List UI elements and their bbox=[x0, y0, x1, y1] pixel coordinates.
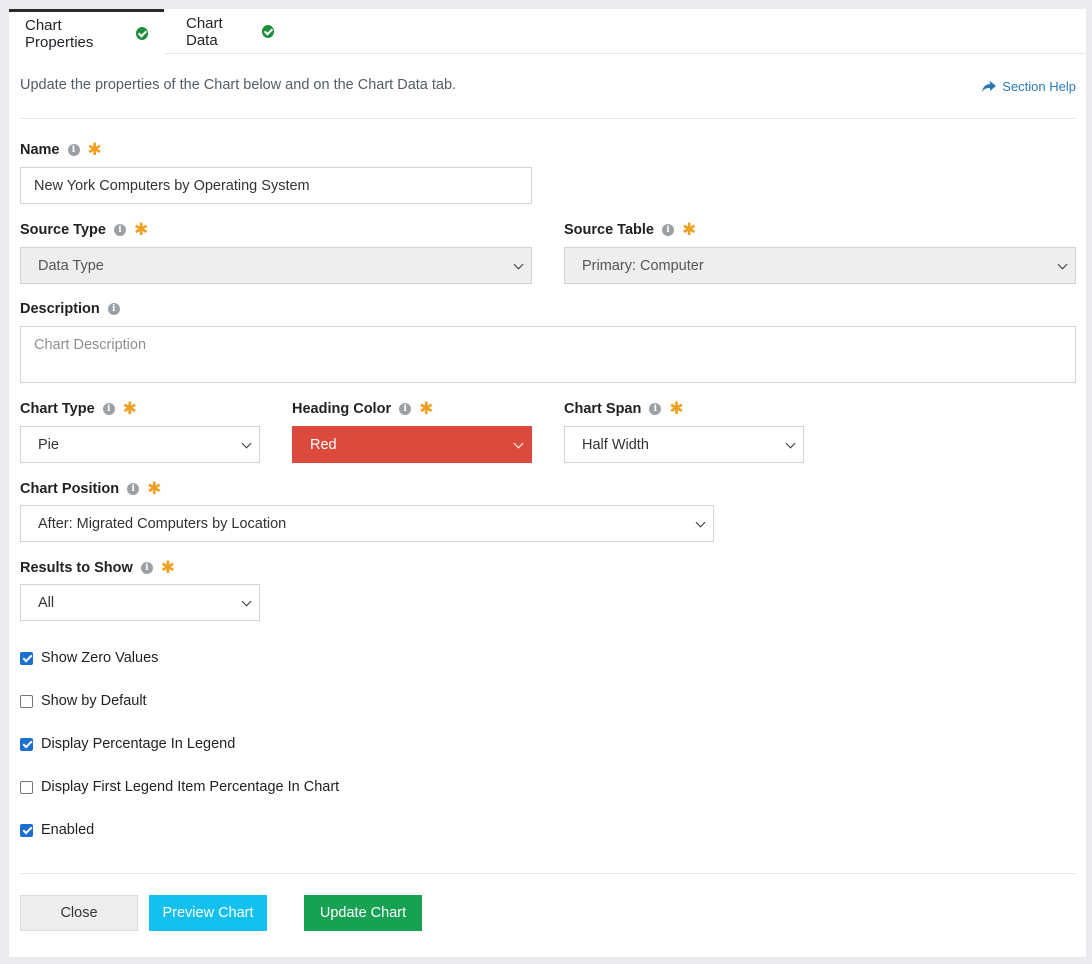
chart-span-select[interactable]: Half Width bbox=[564, 426, 804, 463]
tab-chart-data[interactable]: Chart Data bbox=[170, 9, 290, 54]
check-circle-icon bbox=[261, 25, 274, 38]
tab-chart-properties-label: Chart Properties bbox=[25, 16, 94, 51]
info-icon[interactable]: i bbox=[140, 562, 153, 574]
section-help-link[interactable]: Section Help bbox=[982, 79, 1076, 94]
tab-chart-properties[interactable]: Chart Properties bbox=[9, 9, 164, 55]
name-input-value: New York Computers by Operating System bbox=[34, 177, 310, 194]
preview-chart-button[interactable]: Preview Chart bbox=[149, 895, 267, 931]
info-icon[interactable]: i bbox=[649, 403, 662, 415]
required-asterisk-icon: ✱ bbox=[147, 479, 162, 498]
chart-position-label-text: Chart Position bbox=[20, 481, 120, 497]
required-asterisk-icon: ✱ bbox=[160, 558, 176, 577]
chart-type-value: Pie bbox=[38, 436, 59, 453]
required-asterisk-icon: ✱ bbox=[133, 220, 149, 239]
chart-span-value: Half Width bbox=[582, 436, 649, 453]
check-circle-icon bbox=[135, 27, 148, 40]
chart-type-select[interactable]: Pie bbox=[20, 426, 260, 463]
heading-color-value: Red bbox=[310, 436, 337, 453]
checkbox-checked[interactable] bbox=[20, 823, 33, 837]
source-table-label-text: Source Table bbox=[564, 222, 654, 238]
heading-color-label: Heading Color i ✱ bbox=[292, 399, 434, 418]
heading-color-select[interactable]: Red bbox=[292, 426, 532, 463]
tab-bar: Chart Properties Chart Data bbox=[9, 9, 1086, 55]
results-to-show-label: Results to Show i ✱ bbox=[20, 558, 176, 577]
source-type-select[interactable]: Data Type bbox=[20, 247, 532, 284]
chevron-down-icon bbox=[1057, 259, 1068, 270]
chart-position-value: After: Migrated Computers by Location bbox=[38, 515, 287, 532]
description-textarea[interactable]: Chart Description bbox=[20, 326, 1076, 383]
divider bbox=[20, 873, 1076, 874]
tab-chart-data-label: Chart Data bbox=[186, 14, 223, 49]
source-table-value: Primary: Computer bbox=[582, 257, 704, 274]
required-asterisk-icon: ✱ bbox=[87, 140, 102, 159]
chart-span-label: Chart Span i ✱ bbox=[564, 399, 684, 418]
source-table-select[interactable]: Primary: Computer bbox=[564, 247, 1076, 284]
section-help-label: Section Help bbox=[1002, 79, 1076, 94]
info-icon[interactable]: i bbox=[399, 403, 412, 415]
description-label: Description i bbox=[20, 301, 120, 317]
share-arrow-icon bbox=[982, 80, 997, 92]
name-label: Name i ✱ bbox=[20, 140, 102, 159]
name-label-text: Name bbox=[20, 142, 60, 158]
source-type-label-text: Source Type bbox=[20, 222, 106, 238]
checkbox-display-percentage-in-legend[interactable]: Display Percentage In Legend bbox=[20, 736, 235, 752]
info-icon[interactable]: i bbox=[113, 224, 126, 236]
checkbox-label: Enabled bbox=[41, 822, 95, 838]
required-asterisk-icon: ✱ bbox=[122, 399, 137, 418]
checkbox-label: Show by Default bbox=[41, 693, 147, 709]
checkbox-checked[interactable] bbox=[20, 737, 33, 751]
heading-color-label-text: Heading Color bbox=[292, 401, 392, 417]
chevron-down-icon bbox=[241, 438, 252, 449]
description-label-text: Description bbox=[20, 301, 100, 317]
checkbox-show-zero-values[interactable]: Show Zero Values bbox=[20, 650, 158, 666]
name-input[interactable]: New York Computers by Operating System bbox=[20, 167, 532, 204]
close-button[interactable]: Close bbox=[20, 895, 138, 931]
checkbox-label: Display Percentage In Legend bbox=[41, 736, 236, 752]
results-to-show-label-text: Results to Show bbox=[20, 560, 133, 576]
checkbox-unchecked[interactable] bbox=[20, 780, 33, 794]
update-chart-button[interactable]: Update Chart bbox=[304, 895, 422, 931]
divider bbox=[20, 118, 1076, 119]
checkbox-unchecked[interactable] bbox=[20, 694, 33, 708]
chart-type-label: Chart Type i ✱ bbox=[20, 399, 137, 418]
chevron-down-icon bbox=[513, 438, 524, 449]
info-icon[interactable]: i bbox=[661, 224, 674, 236]
info-icon[interactable]: i bbox=[127, 483, 140, 495]
results-to-show-value: All bbox=[38, 594, 55, 611]
source-table-label: Source Table i ✱ bbox=[564, 220, 697, 239]
chart-type-label-text: Chart Type bbox=[20, 401, 95, 417]
required-asterisk-icon: ✱ bbox=[681, 220, 697, 239]
checkbox-display-first-legend-item-percentage[interactable]: Display First Legend Item Percentage In … bbox=[20, 779, 339, 795]
checkbox-checked[interactable] bbox=[20, 651, 33, 665]
chevron-down-icon bbox=[695, 517, 706, 528]
checkbox-enabled[interactable]: Enabled bbox=[20, 822, 94, 838]
chevron-down-icon bbox=[513, 259, 524, 270]
chart-span-label-text: Chart Span bbox=[564, 401, 642, 417]
info-icon[interactable]: i bbox=[67, 144, 80, 156]
results-to-show-select[interactable]: All bbox=[20, 584, 260, 621]
info-icon[interactable]: i bbox=[102, 403, 115, 415]
chart-position-label: Chart Position i ✱ bbox=[20, 479, 162, 498]
source-type-value: Data Type bbox=[38, 257, 104, 274]
required-asterisk-icon: ✱ bbox=[419, 399, 434, 418]
required-asterisk-icon: ✱ bbox=[669, 399, 684, 418]
info-icon[interactable]: i bbox=[107, 303, 120, 315]
chevron-down-icon bbox=[785, 438, 796, 449]
source-type-label: Source Type i ✱ bbox=[20, 220, 149, 239]
checkbox-label: Show Zero Values bbox=[41, 650, 159, 666]
chart-position-select[interactable]: After: Migrated Computers by Location bbox=[20, 505, 714, 542]
checkbox-label: Display First Legend Item Percentage In … bbox=[41, 779, 340, 795]
chart-properties-panel: Chart Properties Chart Data Update the p… bbox=[9, 9, 1086, 957]
checkbox-show-by-default[interactable]: Show by Default bbox=[20, 693, 147, 709]
chevron-down-icon bbox=[241, 596, 252, 607]
description-placeholder: Chart Description bbox=[34, 337, 147, 353]
intro-text: Update the properties of the Chart below… bbox=[20, 77, 457, 93]
